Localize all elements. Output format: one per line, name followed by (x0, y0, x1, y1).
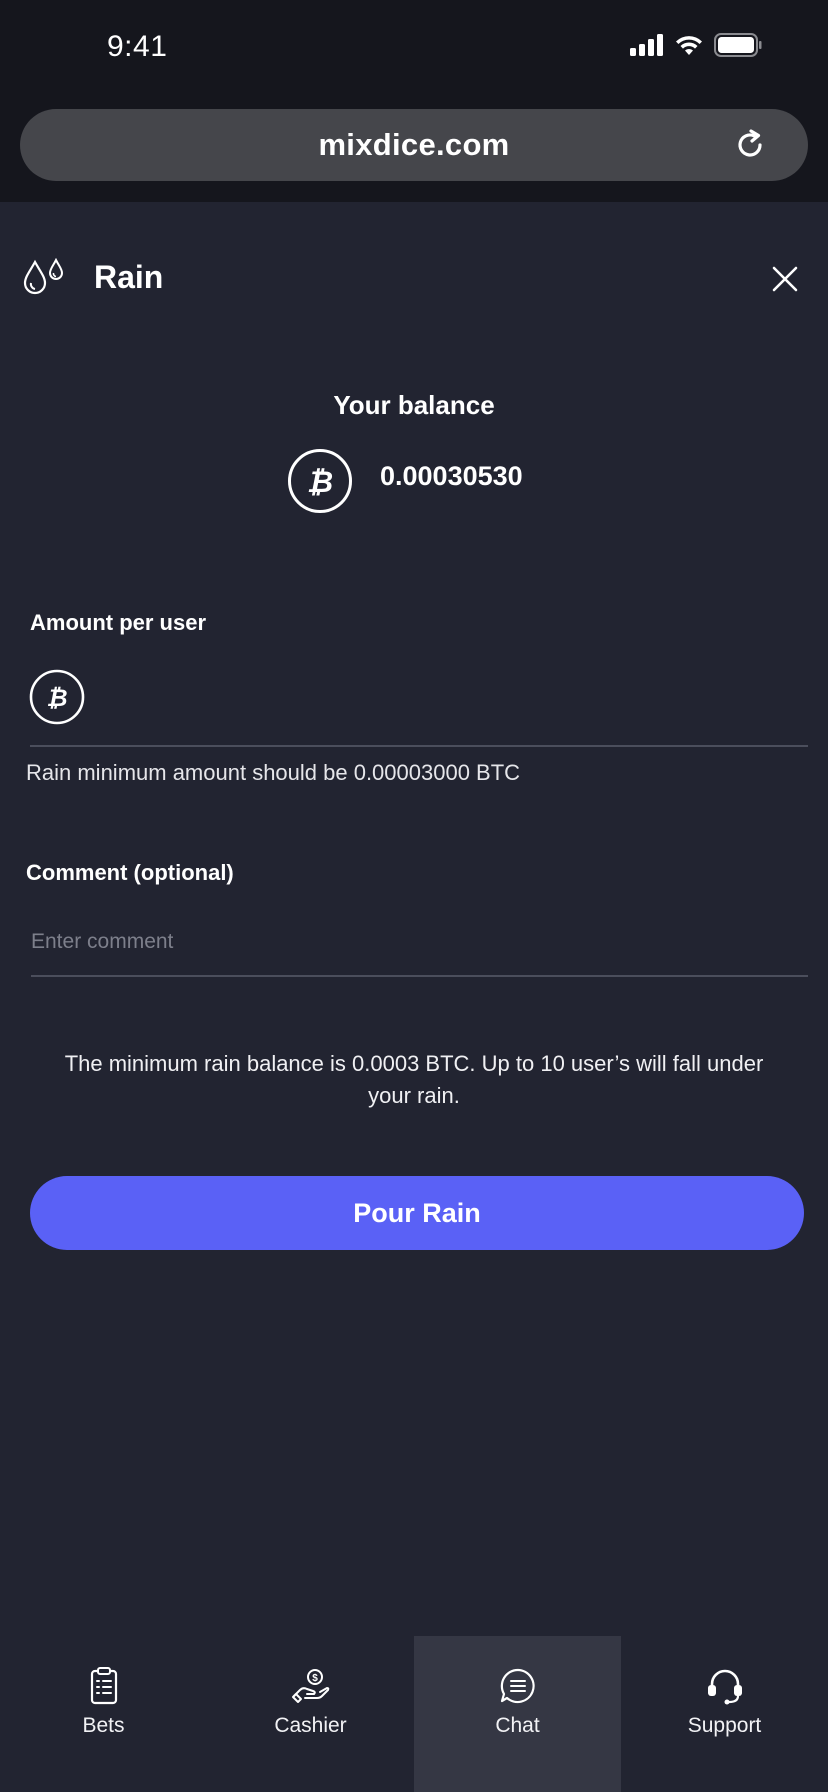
amount-label: Amount per user (30, 610, 207, 635)
signal-icon (630, 34, 663, 56)
rain-info-text: The minimum rain balance is 0.0003 BTC. … (64, 1051, 764, 1108)
status-icons (630, 33, 762, 57)
nav-label-cashier: Cashier (274, 1714, 347, 1737)
reload-icon[interactable] (732, 127, 768, 163)
balance-value: 0.00030530 (380, 461, 523, 491)
comment-label: Comment (optional) (26, 860, 234, 885)
pour-rain-button[interactable]: Pour Rain (30, 1176, 804, 1250)
balance-label: Your balance (333, 390, 495, 420)
close-icon[interactable] (770, 264, 800, 294)
comment-input[interactable] (31, 922, 808, 962)
address-bar[interactable]: mixdice.com (20, 109, 808, 181)
nav-item-support[interactable]: Support (621, 1636, 828, 1792)
amount-input[interactable] (100, 672, 800, 722)
comment-underline (31, 975, 808, 977)
clipboard-icon (90, 1667, 117, 1705)
nav-item-bets[interactable]: Bets (0, 1636, 207, 1792)
nav-item-cashier[interactable]: $ Cashier (207, 1636, 414, 1792)
svg-text:$: $ (312, 1673, 318, 1684)
url-text: mixdice.com (318, 127, 510, 162)
bitcoin-icon: ₿ (288, 449, 352, 513)
nav-label-bets: Bets (82, 1714, 125, 1737)
amount-hint: Rain minimum amount should be 0.00003000… (26, 760, 521, 785)
amount-underline (30, 745, 808, 747)
bitcoin-icon: ₿ (29, 669, 85, 725)
chat-icon (500, 1668, 535, 1704)
rain-drops-icon (23, 258, 64, 295)
headset-icon (707, 1669, 742, 1705)
bottom-nav: Bets $ Cashier Chat Support (0, 1636, 828, 1792)
nav-item-chat[interactable]: Chat (414, 1636, 621, 1792)
status-time: 9:41 (107, 30, 168, 63)
nav-label-chat: Chat (495, 1714, 540, 1737)
battery-icon (714, 33, 762, 57)
modal-title: Rain (94, 259, 164, 295)
wifi-icon (676, 36, 702, 55)
svg-text:₿: ₿ (307, 466, 333, 499)
hand-coin-icon: $ (291, 1669, 329, 1703)
nav-label-support: Support (687, 1714, 762, 1737)
svg-text:₿: ₿ (46, 685, 67, 712)
browser-chrome: 9:41 mixdice.com (0, 0, 828, 202)
